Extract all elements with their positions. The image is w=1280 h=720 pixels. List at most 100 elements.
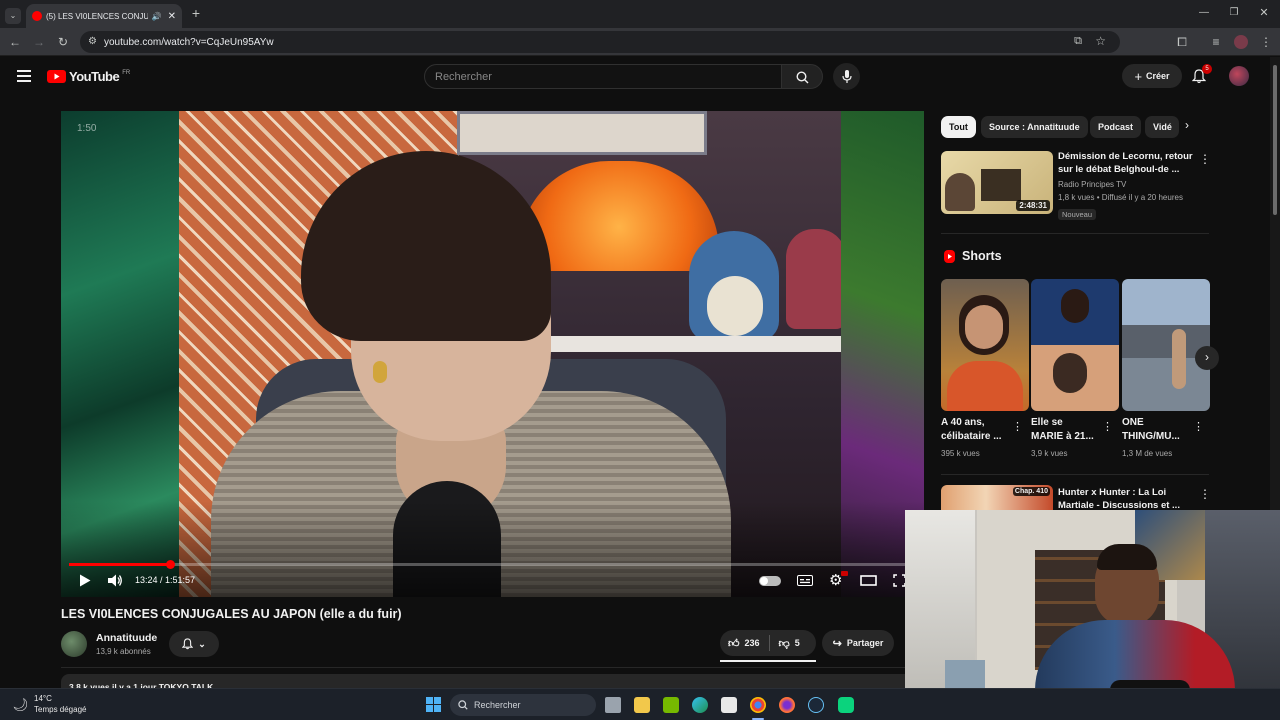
shorts-header: Shorts [944, 249, 1002, 263]
share-label: Partager [846, 638, 884, 648]
browser-tab-youtube[interactable]: (5) LES VI0LENCES CONJUG 🔊 ✕ [26, 4, 182, 28]
recommended-title-line1: Hunter x Hunter : La Loi [1058, 487, 1167, 498]
new-tab-plus-icon[interactable]: + [188, 6, 204, 20]
recommended-thumbnail[interactable]: Chap. 410 [941, 485, 1053, 513]
chip-source[interactable]: Source : Annatituude [981, 116, 1088, 138]
thumbs-up-icon[interactable]: 👍︎ [728, 637, 740, 650]
recommended-info[interactable]: Hunter x Hunter : La Loi Martiale - Disc… [1058, 486, 1198, 512]
firefox-browser-icon[interactable] [779, 697, 795, 713]
thumbs-down-icon[interactable]: 👎︎ [779, 637, 790, 650]
back-arrow-icon[interactable]: ← [7, 36, 23, 48]
more-options-icon[interactable]: ⋮ [1199, 152, 1211, 166]
taskbar-search-input[interactable]: Rechercher [450, 694, 596, 716]
tab-list-chevron-icon[interactable]: ⌄ [5, 8, 21, 24]
scrollbar-thumb[interactable] [1273, 65, 1277, 215]
app-icon[interactable] [838, 697, 854, 713]
chip-videos[interactable]: Vidé [1145, 116, 1179, 138]
site-info-icon[interactable]: ⚙ [88, 36, 97, 47]
thumbnail-person [1172, 329, 1186, 389]
reading-list-icon[interactable]: ≡ [1208, 36, 1224, 48]
wall-sign [457, 111, 707, 155]
channel-name[interactable]: Annatituude [96, 632, 157, 644]
create-button[interactable]: + Créer [1122, 64, 1182, 88]
more-options-icon[interactable]: ⋮ [1012, 420, 1023, 433]
video-duration: 2:48:31 [1016, 200, 1050, 211]
more-options-icon[interactable]: ⋮ [1199, 487, 1211, 501]
extensions-puzzle-icon[interactable]: ⧠ [1174, 36, 1190, 48]
short-thumbnail[interactable] [1031, 279, 1119, 411]
window-close-icon[interactable]: ✕ [1256, 7, 1272, 19]
short-thumbnail[interactable] [941, 279, 1029, 411]
subtitles-icon[interactable] [797, 575, 813, 586]
install-app-icon[interactable]: ⧉ [1074, 35, 1082, 48]
microsoft-store-icon[interactable] [721, 697, 737, 713]
window-restore-icon[interactable]: ❐ [1226, 7, 1242, 19]
temperature[interactable]: 14°C [34, 694, 52, 703]
theater-mode-icon[interactable] [860, 575, 877, 586]
like-count[interactable]: 236 [745, 638, 760, 648]
short-info[interactable]: Elle se MARIE à 21... 3,9 k vues [1031, 416, 1109, 460]
file-explorer-icon[interactable] [634, 697, 650, 713]
address-bar[interactable]: ⚙ youtube.com/watch?v=CqJeUn95AYw ⧉ ☆ [80, 31, 1120, 53]
autoplay-toggle[interactable] [759, 576, 781, 586]
notifications-button[interactable]: 5 [1191, 64, 1212, 89]
like-ratio-bar [720, 660, 816, 662]
profile-avatar-icon[interactable] [1234, 35, 1248, 49]
windows-taskbar: 🌙︎ 14°C Temps dégagé Rechercher [0, 688, 1280, 720]
volume-icon[interactable] [108, 574, 123, 587]
browser-menu-icon[interactable]: ⋮ [1258, 36, 1274, 48]
chevron-right-icon[interactable]: › [1185, 118, 1189, 132]
weather-condition[interactable]: Temps dégagé [34, 705, 86, 714]
channel-avatar[interactable] [61, 631, 87, 657]
dislike-count[interactable]: 5 [795, 638, 800, 648]
moon-weather-icon: 🌙︎ [12, 697, 29, 712]
more-options-icon[interactable]: ⋮ [1102, 420, 1113, 433]
bookmark-star-icon[interactable]: ☆ [1095, 34, 1106, 48]
plus-icon: + [1134, 68, 1143, 84]
bell-icon [182, 638, 194, 650]
short-info[interactable]: ONE THING/MU... 1,3 M de vues [1122, 416, 1200, 460]
earring [373, 361, 387, 383]
nvidia-app-icon[interactable] [663, 697, 679, 713]
short-title-line2: THING/MU... [1122, 431, 1180, 442]
window-minimize-icon[interactable]: — [1196, 7, 1212, 19]
more-options-icon[interactable]: ⋮ [1193, 420, 1204, 433]
share-button[interactable]: ↪ Partager [822, 630, 894, 656]
shorts-next-button[interactable]: › [1195, 346, 1219, 370]
short-title-line1: A 40 ans, [941, 417, 985, 428]
search-button[interactable] [781, 64, 823, 89]
reload-icon[interactable]: ↻ [55, 36, 71, 48]
chip-podcast[interactable]: Podcast [1090, 116, 1142, 138]
youtube-play-logo-icon [47, 70, 66, 83]
subscription-notifications-button[interactable]: ⌄ [169, 631, 219, 657]
chip-all[interactable]: Tout [941, 116, 976, 138]
forward-arrow-icon[interactable]: → [31, 36, 47, 48]
video-player[interactable]: 1:50 13:24 / 1:51:57 ⚙ [61, 111, 924, 597]
hamburger-menu-icon[interactable] [17, 70, 31, 82]
description-box[interactable]: 3,8 k vues il y a 1 jour TOKYO TALK [61, 674, 924, 688]
recommended-info[interactable]: Démission de Lecornu, retour sur le déba… [1058, 150, 1198, 222]
steam-icon[interactable] [808, 697, 824, 713]
chrome-browser-icon[interactable] [750, 697, 766, 713]
play-icon[interactable] [79, 574, 91, 587]
task-view-icon[interactable] [605, 697, 621, 713]
browser-tab-bar: ⌄ (5) LES VI0LENCES CONJUG 🔊 ✕ + — ❐ ✕ [0, 0, 1280, 28]
voice-search-button[interactable] [833, 63, 860, 90]
account-avatar[interactable] [1229, 66, 1249, 86]
progress-bar[interactable] [69, 560, 916, 569]
youtube-logo[interactable]: YouTube FR [47, 69, 130, 84]
short-thumbnail[interactable] [1122, 279, 1210, 411]
recommended-thumbnail[interactable]: 2:48:31 [941, 151, 1053, 214]
short-info[interactable]: A 40 ans, célibataire ... 395 k vues [941, 416, 1019, 460]
tab-close-icon[interactable]: ✕ [168, 11, 176, 22]
time-display: 13:24 / 1:51:57 [135, 575, 196, 585]
divider [61, 667, 924, 668]
microphone-icon [841, 70, 852, 83]
notification-badge: 5 [1202, 64, 1212, 74]
youtube-search-input[interactable]: Rechercher [424, 64, 782, 89]
audio-playing-icon[interactable]: 🔊 [152, 12, 162, 21]
thumbnail-face [965, 305, 1003, 349]
short-title-line2: MARIE à 21... [1031, 431, 1094, 442]
windows-start-icon[interactable] [426, 697, 441, 712]
edge-browser-icon[interactable] [692, 697, 708, 713]
